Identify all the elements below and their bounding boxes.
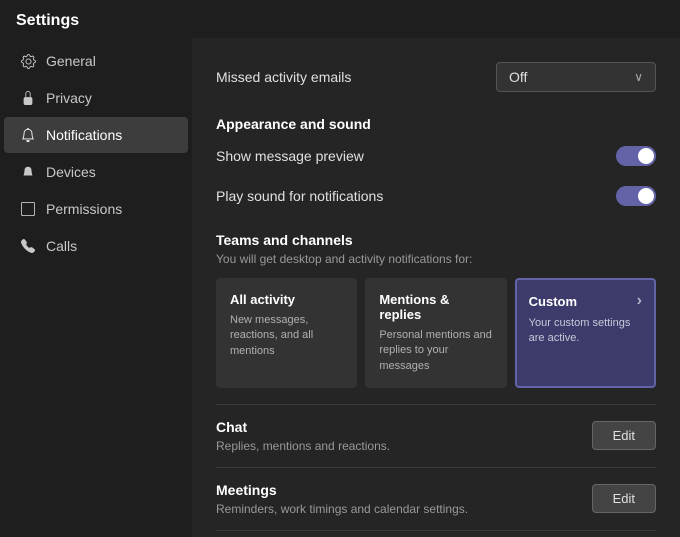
show-preview-label: Show message preview bbox=[216, 148, 364, 164]
permissions-icon bbox=[20, 201, 36, 217]
chevron-down-icon: ∨ bbox=[634, 70, 643, 84]
show-preview-toggle[interactable] bbox=[616, 146, 656, 166]
privacy-icon bbox=[20, 90, 36, 106]
appearance-section-title: Appearance and sound bbox=[216, 116, 656, 132]
general-icon bbox=[20, 53, 36, 69]
teams-channels-title: Teams and channels bbox=[216, 232, 656, 248]
missed-activity-dropdown[interactable]: Off ∨ bbox=[496, 62, 656, 92]
sidebar-permissions-label: Permissions bbox=[46, 201, 122, 217]
sidebar-item-privacy[interactable]: Privacy bbox=[4, 80, 188, 116]
play-sound-label: Play sound for notifications bbox=[216, 188, 383, 204]
meetings-sub: Reminders, work timings and calendar set… bbox=[216, 502, 576, 516]
all-activity-title: All activity bbox=[230, 292, 343, 307]
mentions-replies-title: Mentions & replies bbox=[379, 292, 492, 322]
all-activity-card[interactable]: All activity New messages, reactions, an… bbox=[216, 278, 357, 388]
sidebar-calls-label: Calls bbox=[46, 238, 77, 254]
meetings-edit-button[interactable]: Edit bbox=[592, 484, 656, 513]
custom-card-arrow: › bbox=[637, 292, 642, 310]
chat-sub: Replies, mentions and reactions. bbox=[216, 439, 576, 453]
chat-edit-button[interactable]: Edit bbox=[592, 421, 656, 450]
all-activity-desc: New messages, reactions, and all mention… bbox=[230, 313, 343, 359]
content-area: Missed activity emails Off ∨ Appearance … bbox=[192, 38, 680, 537]
play-sound-toggle[interactable] bbox=[616, 186, 656, 206]
sidebar: General Privacy Notifications bbox=[0, 38, 192, 537]
custom-card-desc: Your custom settings are active. bbox=[529, 316, 642, 347]
play-sound-row: Play sound for notifications bbox=[216, 176, 656, 216]
people-section: People Keep track of someone's status an… bbox=[216, 530, 656, 537]
sidebar-devices-label: Devices bbox=[46, 164, 96, 180]
devices-icon bbox=[20, 164, 36, 180]
show-preview-row: Show message preview bbox=[216, 136, 656, 176]
sidebar-item-general[interactable]: General bbox=[4, 43, 188, 79]
appearance-section: Appearance and sound Show message previe… bbox=[216, 116, 656, 216]
notification-cards: All activity New messages, reactions, an… bbox=[216, 278, 656, 388]
sidebar-general-label: General bbox=[46, 53, 96, 69]
sidebar-privacy-label: Privacy bbox=[46, 90, 92, 106]
missed-activity-row: Missed activity emails Off ∨ bbox=[216, 54, 656, 100]
sidebar-notifications-label: Notifications bbox=[46, 127, 122, 143]
chat-title: Chat bbox=[216, 419, 576, 435]
sidebar-item-permissions[interactable]: Permissions bbox=[4, 191, 188, 227]
sidebar-item-calls[interactable]: Calls bbox=[4, 228, 188, 264]
custom-card[interactable]: Custom › Your custom settings are active… bbox=[515, 278, 656, 388]
dropdown-value: Off bbox=[509, 69, 527, 85]
annotation-arrow bbox=[192, 38, 197, 88]
calls-icon bbox=[20, 238, 36, 254]
mentions-replies-card[interactable]: Mentions & replies Personal mentions and… bbox=[365, 278, 506, 388]
custom-card-title: Custom › bbox=[529, 292, 642, 310]
meetings-section: Meetings Reminders, work timings and cal… bbox=[216, 467, 656, 530]
sidebar-item-devices[interactable]: Devices bbox=[4, 154, 188, 190]
settings-title: Settings bbox=[0, 0, 680, 38]
sidebar-item-notifications[interactable]: Notifications bbox=[4, 117, 188, 153]
missed-activity-label: Missed activity emails bbox=[216, 69, 351, 85]
teams-channels-sub: You will get desktop and activity notifi… bbox=[216, 252, 656, 266]
teams-channels-section: Teams and channels You will get desktop … bbox=[216, 232, 656, 388]
chat-section: Chat Replies, mentions and reactions. Ed… bbox=[216, 404, 656, 467]
meetings-title: Meetings bbox=[216, 482, 576, 498]
mentions-replies-desc: Personal mentions and replies to your me… bbox=[379, 328, 492, 374]
notifications-icon bbox=[20, 127, 36, 143]
